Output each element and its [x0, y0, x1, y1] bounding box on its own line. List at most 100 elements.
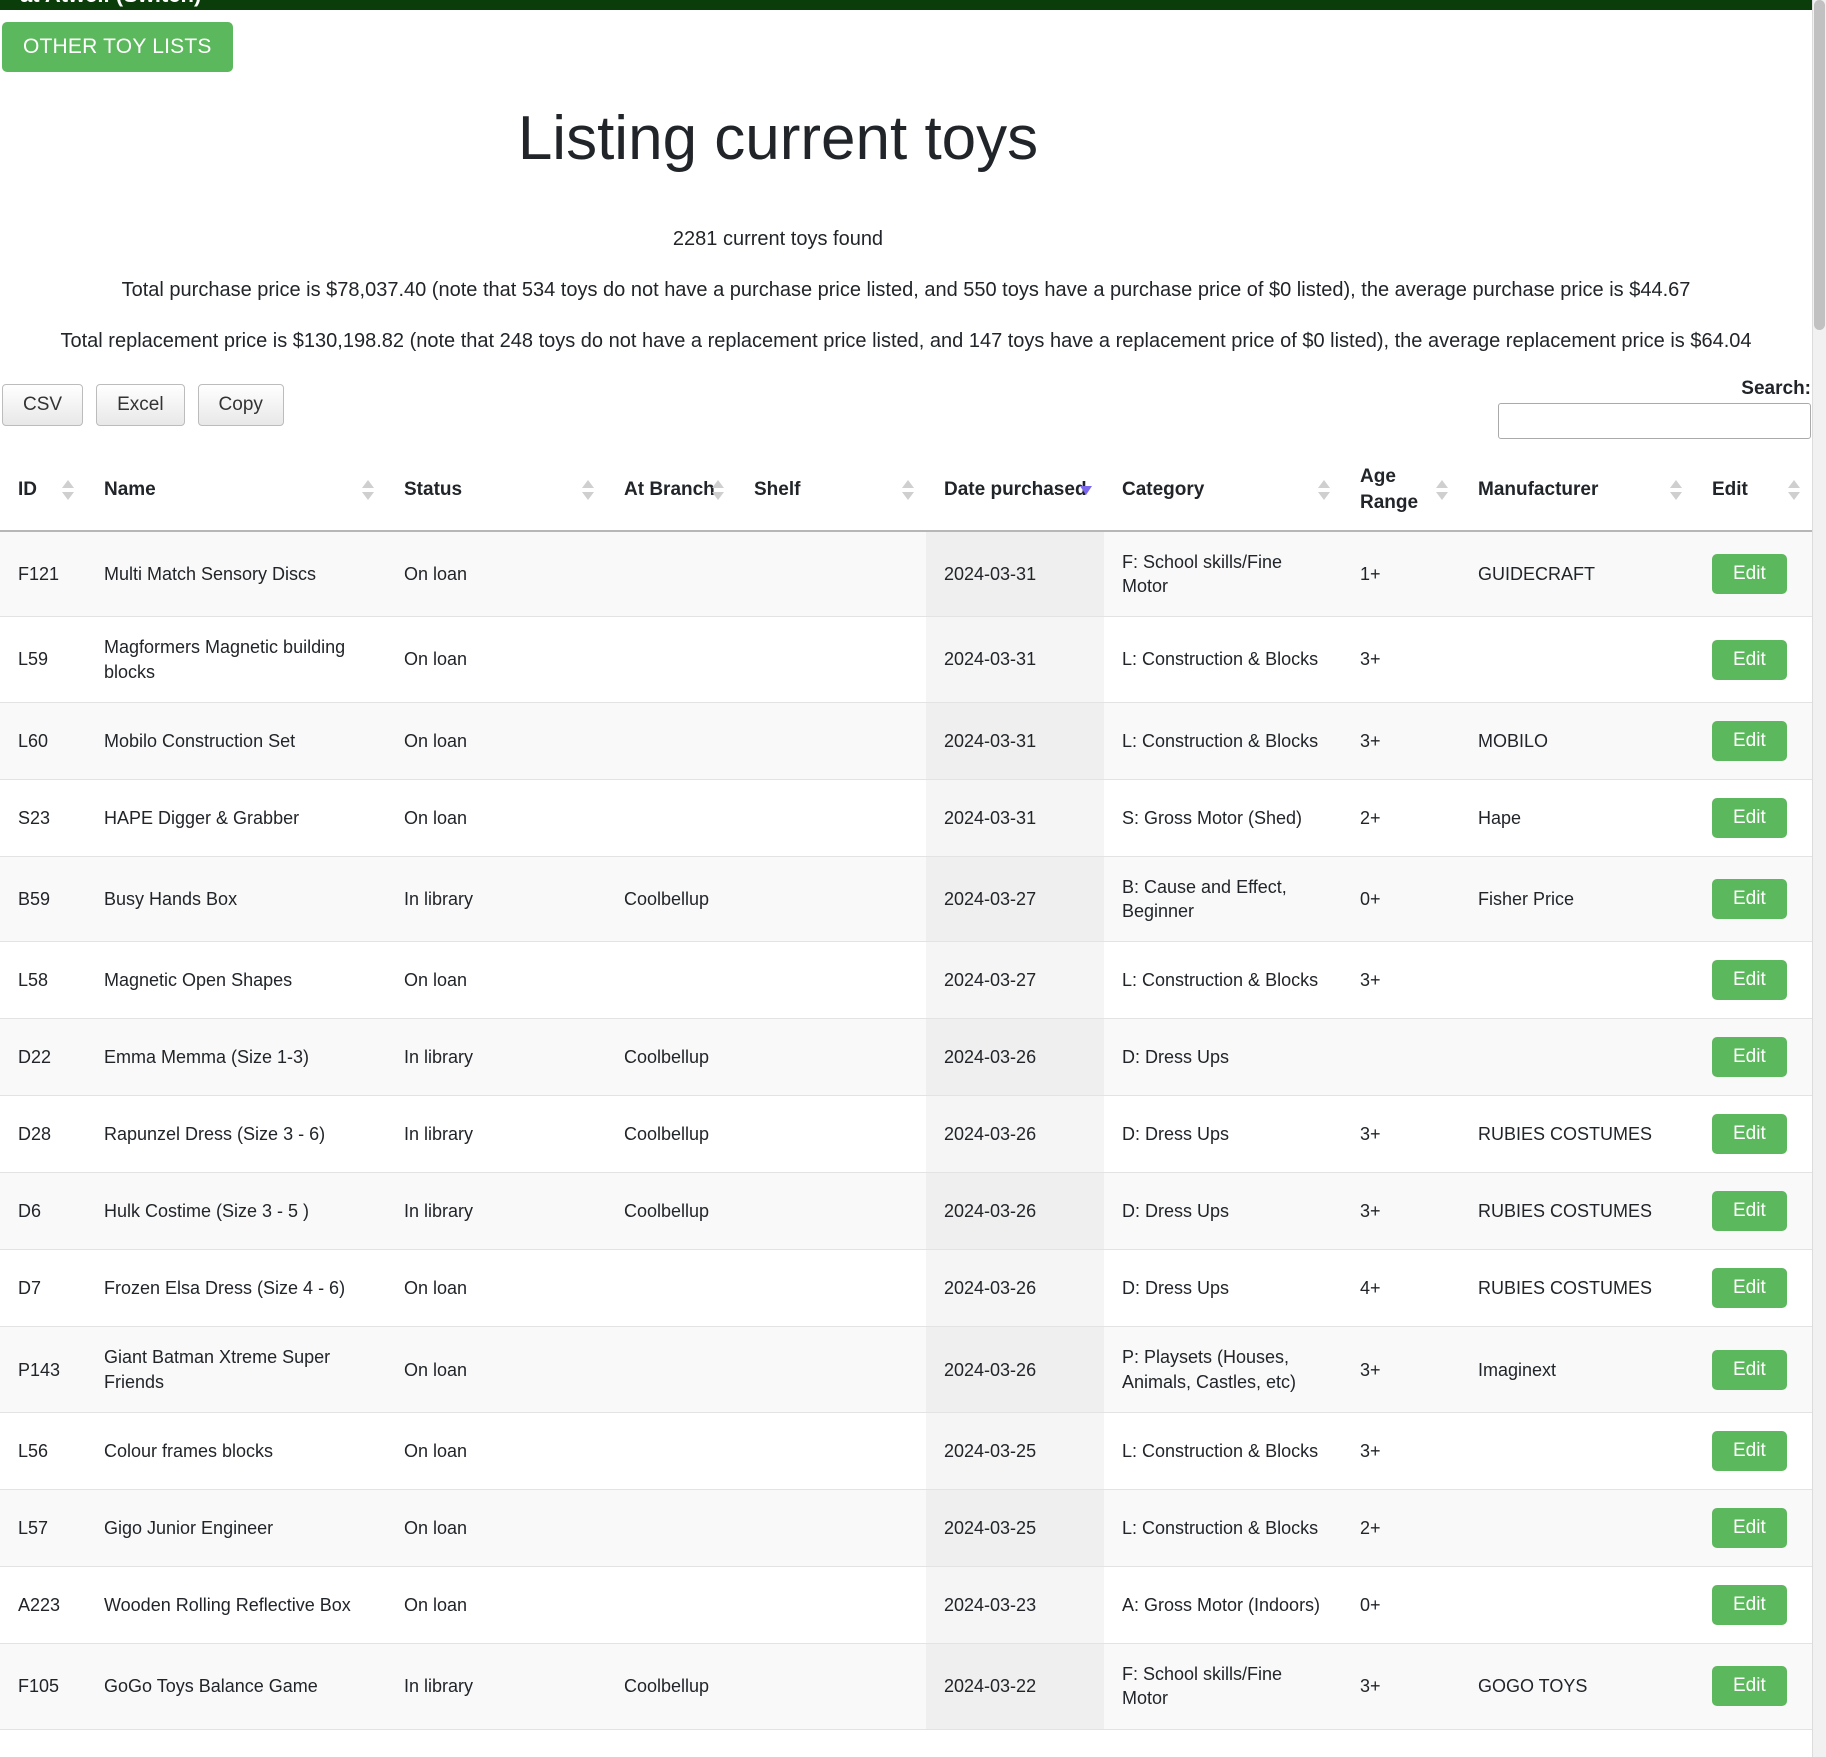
cell-name: Wooden Rolling Reflective Box: [86, 1566, 386, 1645]
table-row: P143 Giant Batman Xtreme Super Friends On …: [0, 1326, 1812, 1414]
cell-age-range: 3+: [1342, 1643, 1460, 1730]
cell-at-branch: [606, 1249, 736, 1328]
column-header-age-range[interactable]: Age Range: [1342, 450, 1460, 532]
cell-id: F105: [0, 1643, 86, 1730]
cell-date-purchased: 2024-03-31: [926, 702, 1104, 780]
edit-button[interactable]: Edit: [1712, 797, 1787, 838]
cell-status: On loan: [386, 1412, 606, 1491]
cell-edit: Edit: [1694, 530, 1812, 618]
sort-icon-age-range[interactable]: [1436, 479, 1448, 501]
table-row: L60 Mobilo Construction Set On loan 2024-03…: [0, 702, 1812, 780]
sort-icon-date-purchased[interactable]: [1080, 479, 1092, 501]
cell-name: Frozen Elsa Dress (Size 4 - 6): [86, 1249, 386, 1328]
cell-category: L: Construction & Blocks: [1104, 702, 1342, 780]
edit-button[interactable]: Edit: [1712, 553, 1787, 594]
cell-name: Busy Hands Box: [86, 856, 386, 943]
cell-date-purchased: 2024-03-31: [926, 616, 1104, 703]
column-header-manufacturer[interactable]: Manufacturer: [1460, 450, 1694, 532]
cell-id: L57: [0, 1489, 86, 1568]
scrollbar-thumb[interactable]: [1814, 0, 1825, 330]
cell-date-purchased: 2024-03-27: [926, 941, 1104, 1020]
table-row: L56 Colour frames blocks On loan 2024-03-25…: [0, 1412, 1812, 1491]
datatable-controls: CSV Excel Copy Search:: [0, 378, 1812, 448]
cell-edit: Edit: [1694, 941, 1812, 1020]
cell-age-range: 4+: [1342, 1249, 1460, 1328]
cell-at-branch: [606, 1489, 736, 1568]
cell-category: F: School skills/Fine Motor: [1104, 1643, 1342, 1730]
cell-id: D22: [0, 1018, 86, 1097]
column-header-edit[interactable]: Edit: [1694, 450, 1812, 532]
edit-button[interactable]: Edit: [1712, 1268, 1787, 1309]
toys-found-count: 2281 current toys found: [672, 228, 884, 251]
table-row: D7 Frozen Elsa Dress (Size 4 - 6) On loan 2…: [0, 1249, 1812, 1328]
cell-date-purchased: 2024-03-25: [926, 1412, 1104, 1491]
cell-status: On loan: [386, 1566, 606, 1645]
column-header-at-branch[interactable]: At Branch: [606, 450, 736, 532]
edit-button[interactable]: Edit: [1712, 1037, 1787, 1078]
cell-status: On loan: [386, 1249, 606, 1328]
sort-icon-manufacturer[interactable]: [1670, 479, 1682, 501]
cell-edit: Edit: [1694, 616, 1812, 703]
edit-button[interactable]: Edit: [1712, 960, 1787, 1001]
cell-manufacturer: Fisher Price: [1460, 856, 1694, 943]
edit-button[interactable]: Edit: [1712, 1431, 1787, 1472]
cell-edit: Edit: [1694, 1172, 1812, 1251]
cell-shelf: [736, 1249, 926, 1328]
cell-date-purchased: 2024-03-26: [926, 1018, 1104, 1097]
table-row: D28 Rapunzel Dress (Size 3 - 6) In library…: [0, 1095, 1812, 1174]
edit-button[interactable]: Edit: [1712, 1585, 1787, 1626]
sort-icon-at-branch[interactable]: [712, 479, 724, 501]
cell-edit: Edit: [1694, 1018, 1812, 1097]
search-input[interactable]: [1498, 403, 1811, 440]
edit-button[interactable]: Edit: [1712, 720, 1787, 761]
export-csv-button[interactable]: CSV: [2, 384, 84, 427]
column-header-shelf[interactable]: Shelf: [736, 450, 926, 532]
sort-icon-status[interactable]: [582, 479, 594, 501]
cell-id: D28: [0, 1095, 86, 1174]
edit-button[interactable]: Edit: [1712, 1114, 1787, 1155]
column-header-date-purchased[interactable]: Date purchased: [926, 450, 1104, 532]
cell-age-range: 3+: [1342, 941, 1460, 1020]
cell-shelf: [736, 1489, 926, 1568]
cell-shelf: [736, 702, 926, 780]
cell-edit: Edit: [1694, 702, 1812, 780]
cell-age-range: 3+: [1342, 702, 1460, 780]
table-row: A223 Wooden Rolling Reflective Box On loan…: [0, 1566, 1812, 1645]
copy-button[interactable]: Copy: [197, 384, 284, 427]
cell-status: On loan: [386, 530, 606, 618]
cell-manufacturer: RUBIES COSTUMES: [1460, 1172, 1694, 1251]
edit-button[interactable]: Edit: [1712, 1191, 1787, 1232]
vertical-scrollbar[interactable]: [1812, 0, 1826, 1757]
cell-status: On loan: [386, 941, 606, 1020]
edit-button[interactable]: Edit: [1712, 1666, 1787, 1707]
search-label: Search:: [1741, 378, 1811, 400]
cell-age-range: 0+: [1342, 856, 1460, 943]
sort-icon-name[interactable]: [362, 479, 374, 501]
column-header-name[interactable]: Name: [86, 450, 386, 532]
other-toy-lists-button[interactable]: OTHER TOY LISTS: [2, 22, 233, 72]
cell-edit: Edit: [1694, 1643, 1812, 1730]
edit-button[interactable]: Edit: [1712, 639, 1787, 680]
cell-status: On loan: [386, 702, 606, 780]
sort-icon-category[interactable]: [1318, 479, 1330, 501]
column-header-category[interactable]: Category: [1104, 450, 1342, 532]
column-header-id[interactable]: ID: [0, 450, 86, 532]
cell-age-range: 3+: [1342, 1326, 1460, 1414]
edit-button[interactable]: Edit: [1712, 1508, 1787, 1549]
edit-button[interactable]: Edit: [1712, 1349, 1787, 1390]
sort-icon-edit[interactable]: [1788, 479, 1800, 501]
cell-at-branch: Coolbellup: [606, 1643, 736, 1730]
cell-age-range: 2+: [1342, 779, 1460, 857]
sort-icon-shelf[interactable]: [902, 479, 914, 501]
export-excel-button[interactable]: Excel: [96, 384, 185, 427]
page-title: Listing current toys: [517, 104, 1039, 173]
sort-icon-id[interactable]: [62, 479, 74, 501]
cell-id: F121: [0, 530, 86, 618]
page-content: at Atwell (Switch) OTHER TOY LISTS Listi…: [0, 0, 1812, 1730]
cell-shelf: [736, 1643, 926, 1730]
column-header-status[interactable]: Status: [386, 450, 606, 532]
cell-shelf: [736, 1018, 926, 1097]
cell-manufacturer: RUBIES COSTUMES: [1460, 1095, 1694, 1174]
table-body: F121 Multi Match Sensory Discs On loan 2024…: [0, 530, 1812, 1730]
edit-button[interactable]: Edit: [1712, 879, 1787, 920]
